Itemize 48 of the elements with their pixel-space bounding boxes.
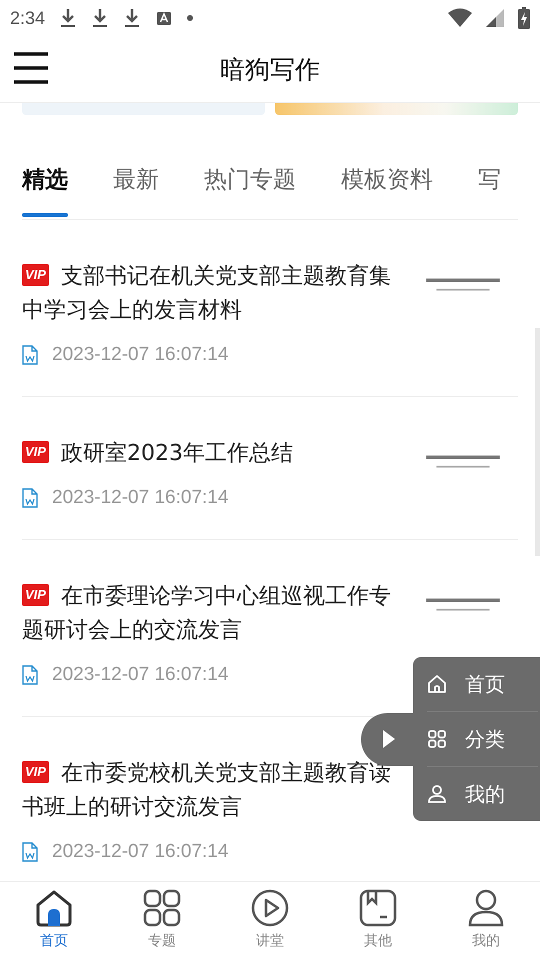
bookmark-box-icon [358,888,398,928]
article-title: VIP 支部书记在机关党支部主题教育集中学习会上的发言材料 [22,263,392,325]
home-icon [34,888,74,928]
download-icon [123,8,142,28]
vip-badge: VIP [22,761,49,783]
article-title: VIP 政研室2023年工作总结 [22,437,398,471]
battery-icon [518,7,530,29]
document-icon [22,842,38,862]
vip-badge: VIP [22,264,49,286]
article-date: 2023-12-07 16:07:14 [52,664,228,686]
download-icon [91,8,110,28]
document-icon [22,488,38,508]
nav-tab[interactable]: 其他 [324,882,432,960]
menu-icon [14,52,48,84]
category-tab[interactable]: 最新 [113,159,159,219]
grid-icon [142,888,182,928]
nav-tab[interactable]: 首页 [0,882,108,960]
category-tab[interactable]: 写 [478,159,501,219]
article-item[interactable]: VIP 支部书记在机关党支部主题教育集中学习会上的发言材料 2023-12-07 16:07:14 [22,220,518,397]
article-date: 2023-12-07 16:07:14 [52,841,228,863]
vip-badge: VIP [22,441,49,463]
signal-icon [486,9,504,27]
menu-button[interactable] [14,52,48,84]
grid-icon [427,729,447,749]
article-date: 2023-12-07 16:07:14 [52,487,228,509]
category-tab[interactable]: 模板资料 [341,159,433,219]
home-icon [427,674,447,694]
vip-badge: VIP [22,584,49,606]
status-time: 2:34 [10,8,46,28]
article-title: VIP 在市委理论学习中心组巡视工作专题研讨会上的交流发言 [22,583,392,645]
play-circle-icon [250,888,290,928]
document-icon [22,665,38,685]
dot-icon [187,15,194,21]
app-title: 暗狗写作 [220,54,320,86]
menu-item[interactable]: 我的 [427,767,540,821]
person-icon [427,784,447,804]
nav-tab[interactable]: 专题 [108,882,216,960]
article-item[interactable]: VIP 政研室2023年工作总结 2023-12-07 16:07:14 [22,397,518,540]
play-icon [383,730,395,748]
document-icon [22,345,38,365]
wifi-icon [448,8,472,28]
nav-tab[interactable]: 我的 [432,882,540,960]
download-icon [59,8,78,28]
category-tab[interactable]: 热门专题 [204,159,296,219]
nav-tab[interactable]: 讲堂 [216,882,324,960]
person-icon [466,888,506,928]
menu-item[interactable]: 分类 [427,712,540,766]
article-date: 2023-12-07 16:07:14 [52,344,228,366]
